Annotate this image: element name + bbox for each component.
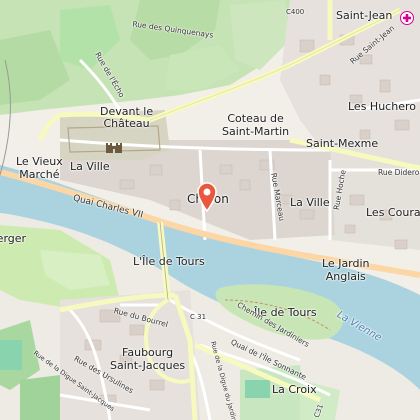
hospital-icon bbox=[400, 11, 414, 25]
map-canvas[interactable]: Rue des Quinquenays C400 Saint-Jean Rue … bbox=[0, 0, 420, 420]
location-pin-icon[interactable] bbox=[196, 182, 218, 212]
castle-icon bbox=[106, 143, 122, 153]
